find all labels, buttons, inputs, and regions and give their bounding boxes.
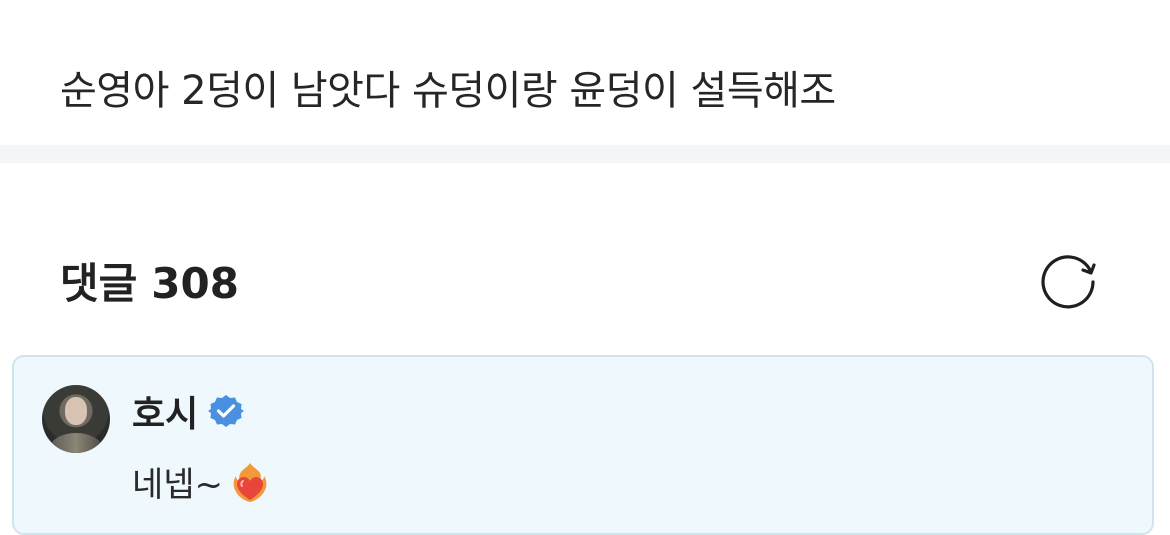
post-title: 순영아 2덩이 남앗다 슈덩이랑 윤덩이 설득해조 — [60, 68, 836, 114]
avatar-shoulders — [50, 433, 102, 453]
refresh-button[interactable] — [1036, 246, 1102, 312]
avatar[interactable] — [42, 385, 110, 453]
section-divider — [0, 145, 1170, 163]
refresh-icon — [1041, 255, 1096, 309]
comment-author-name[interactable]: 호시 — [132, 385, 198, 437]
comments-count: 308 — [151, 259, 239, 308]
comment-item[interactable]: 호시 네넵~ — [12, 355, 1154, 535]
comments-label: 댓글 — [60, 259, 138, 308]
comment-text: 네넵~ — [132, 465, 224, 505]
verified-badge-icon — [208, 393, 245, 429]
comment-body: 네넵~ — [132, 457, 273, 506]
comments-header: 댓글 308 — [60, 250, 239, 311]
heart-on-fire-icon — [227, 459, 273, 505]
avatar-face — [65, 397, 87, 425]
comment-author-row: 호시 — [132, 385, 245, 437]
